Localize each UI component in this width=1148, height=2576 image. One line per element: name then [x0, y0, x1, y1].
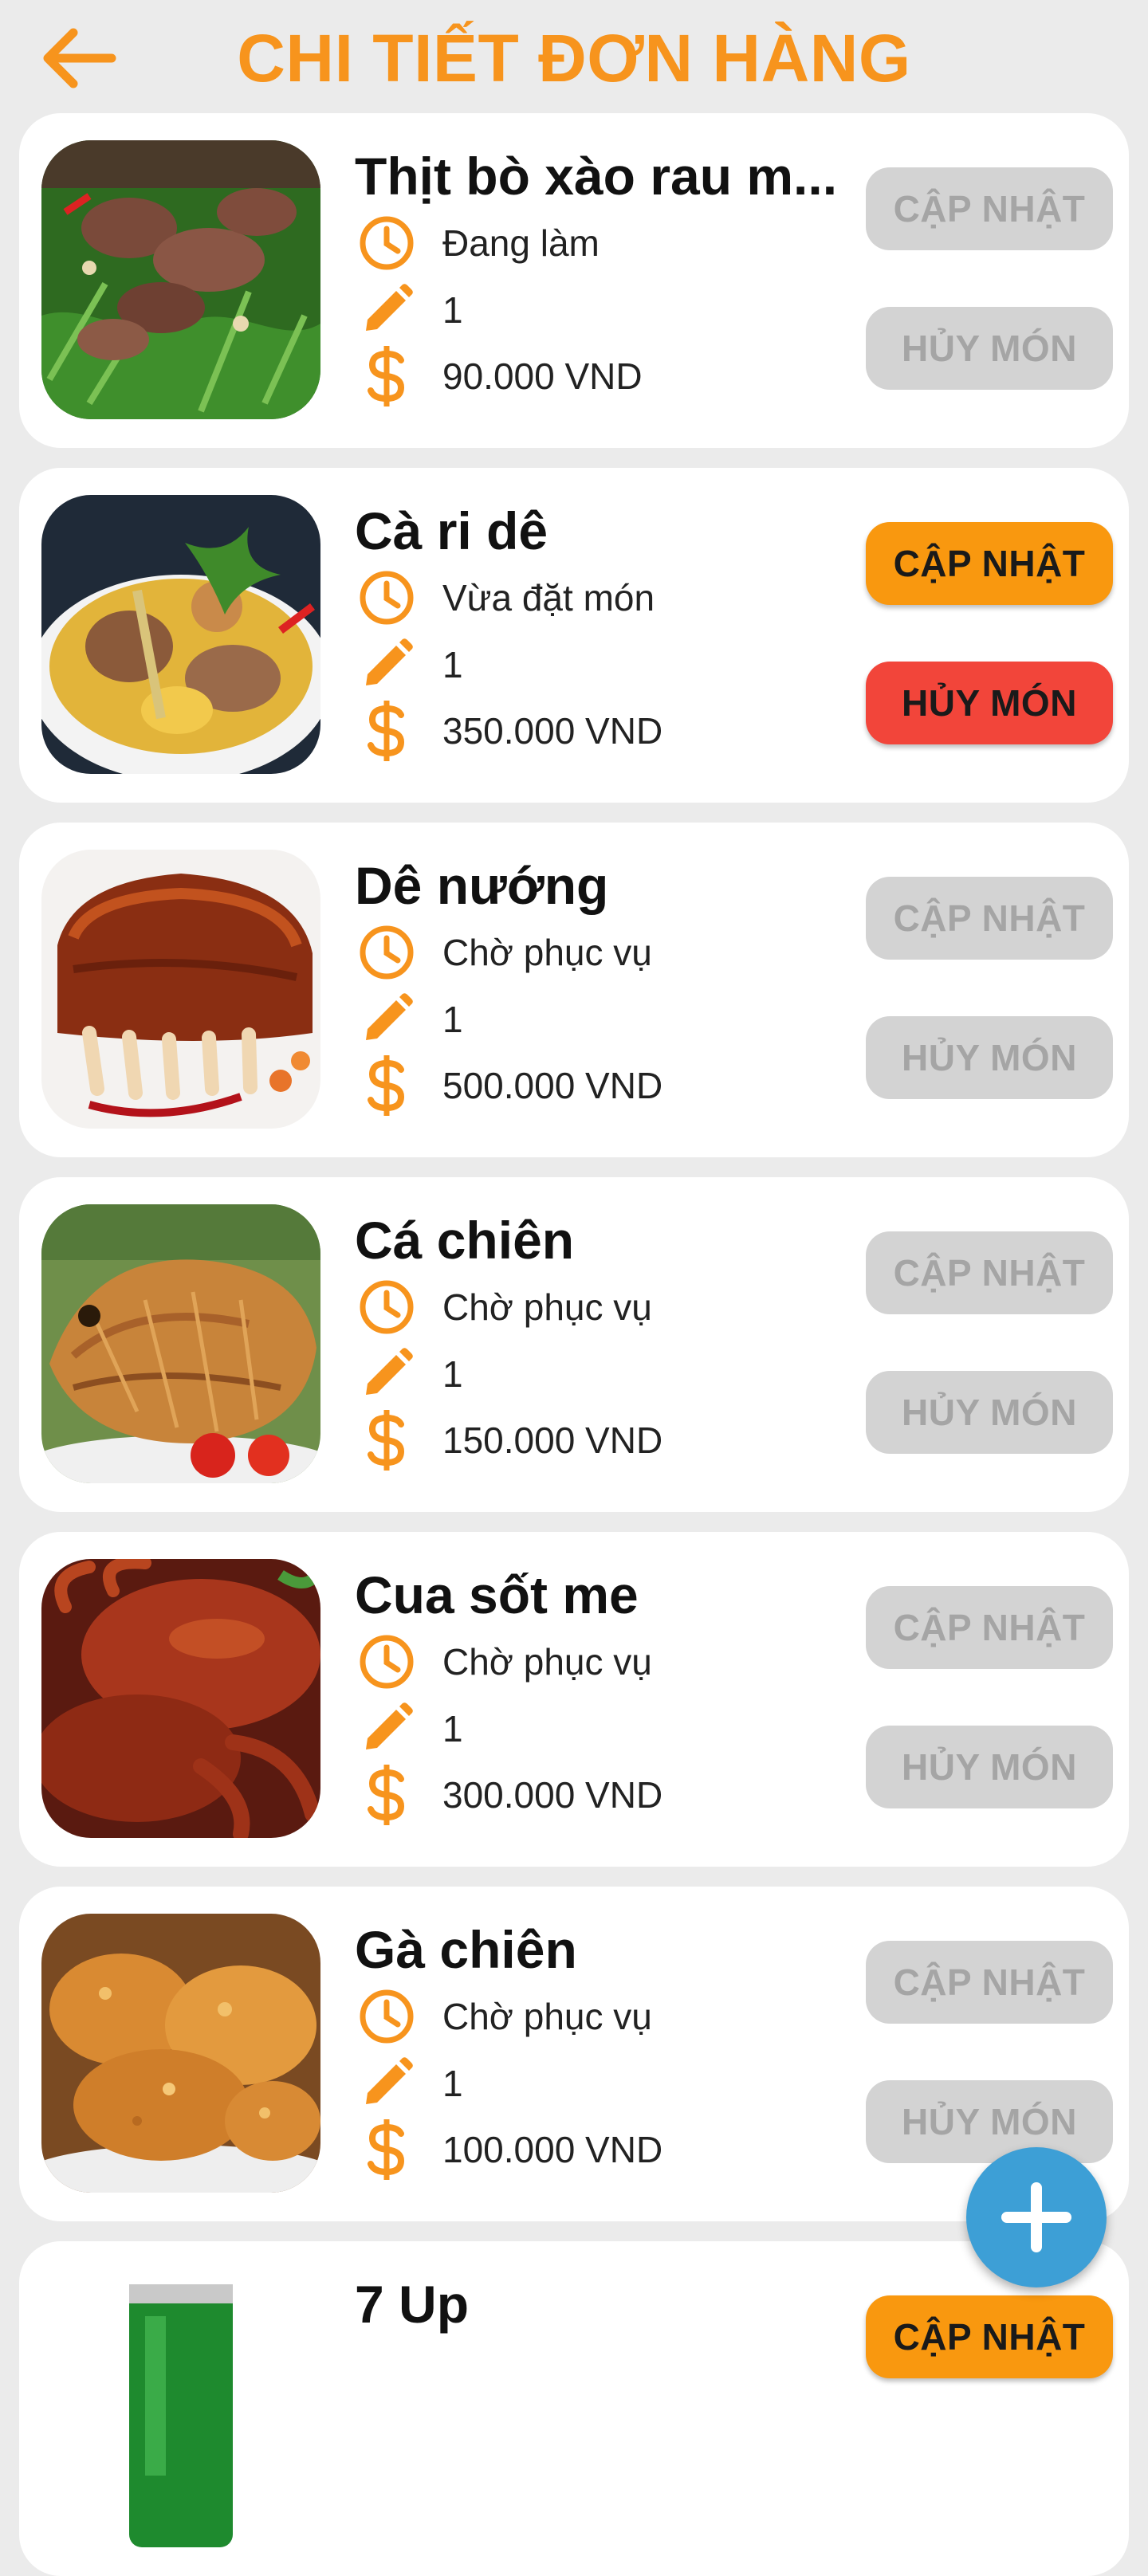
dollar-icon — [355, 1054, 419, 1117]
status-row: Đang làm — [355, 211, 600, 275]
pencil-icon — [355, 1342, 419, 1406]
clock-icon — [355, 1985, 419, 2048]
order-item-card: Cua sốt me Chờ phục vụ 1 300.000 VND CẬP… — [19, 1532, 1129, 1867]
price-text: 500.000 VND — [442, 1065, 663, 1106]
cancel-item-button[interactable]: HỦY MÓN — [866, 662, 1113, 744]
clock-icon — [355, 1630, 419, 1694]
status-row: Chờ phục vụ — [355, 921, 652, 984]
price-row: 500.000 VND — [355, 1054, 662, 1117]
update-button[interactable]: CẬP NHẬT — [866, 2295, 1113, 2378]
status-text: Chờ phục vụ — [442, 1641, 652, 1683]
status-row: Chờ phục vụ — [355, 1275, 652, 1339]
dish-image — [41, 850, 320, 1129]
price-text: 150.000 VND — [442, 1420, 663, 1461]
order-item-card: Dê nướng Chờ phục vụ 1 500.000 VND CẬP N… — [19, 823, 1129, 1157]
price-row: 300.000 VND — [355, 1763, 662, 1827]
dish-name: 7 Up — [355, 2275, 470, 2334]
dollar-icon — [355, 699, 419, 763]
cancel-item-button[interactable]: HỦY MÓN — [866, 1371, 1113, 1454]
dish-image — [41, 1914, 320, 2193]
pencil-icon — [355, 278, 419, 342]
app-header: CHI TIẾT ĐƠN HÀNG — [0, 0, 1148, 112]
quantity-text: 1 — [442, 999, 463, 1040]
clock-icon — [355, 1275, 419, 1339]
quantity-row: 1 — [355, 278, 463, 342]
cancel-item-button[interactable]: HỦY MÓN — [866, 1016, 1113, 1099]
back-button[interactable] — [37, 22, 120, 94]
dish-name: Gà chiên — [355, 1920, 577, 1979]
cancel-item-button[interactable]: HỦY MÓN — [866, 307, 1113, 390]
update-button[interactable]: CẬP NHẬT — [866, 1941, 1113, 2024]
update-button[interactable]: CẬP NHẬT — [866, 877, 1113, 960]
plus-icon — [1001, 2182, 1071, 2252]
order-item-card: Cà ri dê Vừa đặt món 1 350.000 VND CẬP N… — [19, 468, 1129, 803]
dollar-icon — [355, 344, 419, 408]
quantity-row: 1 — [355, 1697, 463, 1761]
dish-name: Dê nướng — [355, 856, 609, 915]
quantity-row: 1 — [355, 2052, 463, 2115]
dish-image — [41, 495, 320, 774]
dish-name: Thịt bò xào rau m... — [355, 147, 838, 206]
dish-name: Cá chiên — [355, 1211, 575, 1270]
dish-image — [41, 1559, 320, 1838]
status-row: Chờ phục vụ — [355, 1985, 652, 2048]
quantity-row: 1 — [355, 1342, 463, 1406]
dish-image — [41, 140, 320, 419]
dollar-icon — [355, 2118, 419, 2181]
status-row: Vừa đặt món — [355, 566, 655, 630]
price-text: 350.000 VND — [442, 710, 663, 752]
price-row: 150.000 VND — [355, 1408, 662, 1472]
pencil-icon — [355, 633, 419, 697]
price-row: 350.000 VND — [355, 699, 662, 763]
cancel-item-button[interactable]: HỦY MÓN — [866, 1726, 1113, 1808]
cancel-item-button[interactable]: HỦY MÓN — [866, 2080, 1113, 2163]
update-button[interactable]: CẬP NHẬT — [866, 167, 1113, 250]
quantity-row: 1 — [355, 988, 463, 1051]
status-text: Đang làm — [442, 222, 600, 264]
price-text: 300.000 VND — [442, 1774, 663, 1816]
clock-icon — [355, 921, 419, 984]
update-button[interactable]: CẬP NHẬT — [866, 1231, 1113, 1314]
order-item-card: Cá chiên Chờ phục vụ 1 150.000 VND CẬP N… — [19, 1177, 1129, 1512]
order-item-card: Gà chiên Chờ phục vụ 1 100.000 VND CẬP N… — [19, 1887, 1129, 2221]
pencil-icon — [355, 1697, 419, 1761]
price-text: 100.000 VND — [442, 2129, 663, 2170]
price-row: 100.000 VND — [355, 2118, 662, 2181]
quantity-row: 1 — [355, 633, 463, 697]
price-text: 90.000 VND — [442, 355, 643, 397]
status-text: Chờ phục vụ — [442, 1286, 652, 1328]
quantity-text: 1 — [442, 644, 463, 685]
status-text: Chờ phục vụ — [442, 1996, 652, 2037]
order-item-card: 7 Up CẬP NHẬT — [19, 2241, 1129, 2576]
clock-icon — [355, 211, 419, 275]
pencil-icon — [355, 988, 419, 1051]
quantity-text: 1 — [442, 1708, 463, 1749]
quantity-text: 1 — [442, 1353, 463, 1395]
dish-image — [41, 2268, 320, 2547]
page-title: CHI TIẾT ĐƠN HÀNG — [237, 21, 911, 96]
status-row: Chờ phục vụ — [355, 1630, 652, 1694]
dollar-icon — [355, 1408, 419, 1472]
quantity-text: 1 — [442, 2063, 463, 2104]
price-row: 90.000 VND — [355, 344, 643, 408]
dish-name: Cua sốt me — [355, 1565, 639, 1624]
order-item-card: Thịt bò xào rau m... Đang làm 1 90.000 V… — [19, 113, 1129, 448]
dollar-icon — [355, 1763, 419, 1827]
add-item-button[interactable] — [966, 2147, 1107, 2287]
status-text: Vừa đặt món — [442, 577, 655, 618]
update-button[interactable]: CẬP NHẬT — [866, 522, 1113, 605]
dish-image — [41, 1204, 320, 1483]
status-text: Chờ phục vụ — [442, 932, 652, 973]
quantity-text: 1 — [442, 289, 463, 331]
clock-icon — [355, 566, 419, 630]
arrow-left-icon — [43, 28, 116, 88]
dish-name: Cà ri dê — [355, 501, 548, 560]
pencil-icon — [355, 2052, 419, 2115]
update-button[interactable]: CẬP NHẬT — [866, 1586, 1113, 1669]
